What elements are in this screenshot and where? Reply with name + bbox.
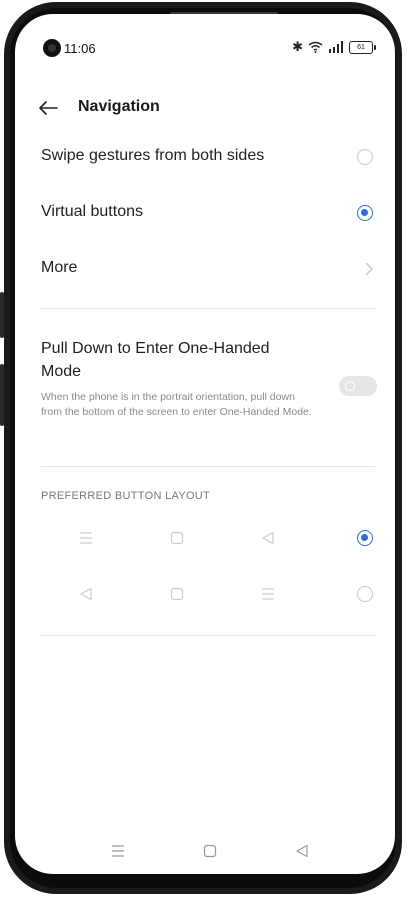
bluetooth-icon: ✱ <box>292 39 303 54</box>
screen: 11:06 ✱ 61 Navigation Swipe gestures fro… <box>15 14 395 874</box>
home-square-icon <box>170 587 184 601</box>
section-header-button-layout: PREFERRED BUTTON LAYOUT <box>41 490 211 502</box>
battery-icon: 61 <box>349 40 376 54</box>
button-layout-option-2[interactable] <box>15 584 395 604</box>
status-icons: ✱ 61 <box>292 39 376 54</box>
option-virtual-label: Virtual buttons <box>41 203 143 220</box>
radio-swipe-gestures[interactable] <box>357 149 373 165</box>
front-camera-icon <box>43 39 61 57</box>
divider <box>41 466 375 467</box>
back-triangle-icon <box>261 531 275 545</box>
arrow-left-icon[interactable] <box>37 98 59 118</box>
one-handed-toggle[interactable] <box>339 376 377 396</box>
one-handed-description: When the phone is in the portrait orient… <box>41 391 312 418</box>
power-button <box>0 364 4 426</box>
divider <box>41 635 375 636</box>
battery-level: 61 <box>357 43 365 51</box>
toggle-knob <box>345 381 355 391</box>
button-layout-option-1[interactable] <box>15 528 395 548</box>
page-header: Navigation <box>15 92 395 126</box>
signal-icon <box>329 41 343 53</box>
radio-layout-1[interactable] <box>357 530 373 546</box>
home-square-icon[interactable] <box>203 844 217 858</box>
one-handed-title: Pull Down to Enter One-Handed Mode <box>41 340 270 380</box>
page-title: Navigation <box>78 98 160 115</box>
back-triangle-icon[interactable] <box>295 844 309 858</box>
chevron-right-icon <box>365 262 373 276</box>
menu-icon <box>261 587 275 601</box>
option-virtual-buttons[interactable]: Virtual buttons <box>15 200 395 224</box>
wifi-icon <box>308 41 323 53</box>
divider <box>41 308 375 309</box>
back-triangle-icon <box>79 587 93 601</box>
status-time: 11:06 <box>64 41 96 56</box>
system-navigation-bar <box>15 844 395 864</box>
option-more[interactable]: More <box>15 256 395 280</box>
home-square-icon <box>170 531 184 545</box>
menu-icon <box>79 531 93 545</box>
radio-layout-2[interactable] <box>357 586 373 602</box>
option-swipe-gestures[interactable]: Swipe gestures from both sides <box>15 144 395 168</box>
option-more-label: More <box>41 259 78 276</box>
status-bar: 11:06 ✱ 61 <box>15 14 395 64</box>
radio-virtual-buttons[interactable] <box>357 205 373 221</box>
volume-button <box>0 292 4 338</box>
option-swipe-label: Swipe gestures from both sides <box>41 147 265 164</box>
menu-icon[interactable] <box>111 844 125 858</box>
